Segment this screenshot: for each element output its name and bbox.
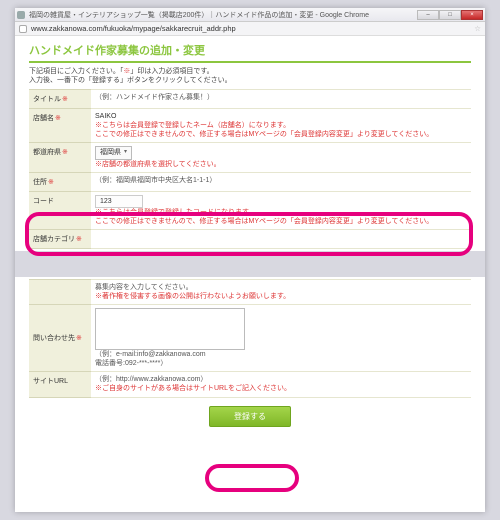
page-icon xyxy=(19,25,27,33)
bookmark-star-icon[interactable]: ☆ xyxy=(474,24,481,33)
value-shop: SAIKO xyxy=(95,112,467,121)
label-title: タイトル※ xyxy=(29,90,91,109)
note-url: ※ご自身のサイトがある場合はサイトURLをご記入ください。 xyxy=(95,384,467,393)
submit-row: 登録する xyxy=(29,398,471,431)
label-addr: 住所※ xyxy=(29,172,91,191)
note-code-1: ※こちらは会員登録で登録したコードになります。 xyxy=(95,208,467,217)
note-code-2: ここでの修正はできませんので、修正する場合はMYページの「会員登録内容変更」より… xyxy=(95,217,467,226)
note-desc: ※著作権を侵害する画像の公開は行わないようお願いします。 xyxy=(95,292,467,301)
cell-category[interactable] xyxy=(91,229,471,248)
hint-addr: （例：福岡県福岡市中央区大名1-1-1） xyxy=(95,177,216,184)
note-shop-1: ※こちらは会員登録で登録したネーム（店舗名）になります。 xyxy=(95,121,467,130)
label-category: 店舗カテゴリ※ xyxy=(29,229,91,248)
page-break xyxy=(15,251,485,277)
window-titlebar: 福岡の雑貨屋・インテリアショップ一覧（掲載店200件）｜ハンドメイド作品の追加・… xyxy=(15,8,485,22)
cell-code: 123 ※こちらは会員登録で登録したコードになります。 ここでの修正はできません… xyxy=(91,191,471,229)
cell-url[interactable]: （例：http://www.zakkanowa.com） ※ご自身のサイトがある… xyxy=(91,372,471,397)
cell-desc: 募集内容を入力してください。 ※著作権を侵害する画像の公開は行わないようお願いし… xyxy=(91,279,471,304)
label-contact: 問い合わせ先※ xyxy=(29,305,91,372)
select-pref[interactable]: 福岡県 ▾ xyxy=(95,146,132,159)
cell-pref: 福岡県 ▾ ※店舗の都道府県を選択してください。 xyxy=(91,143,471,172)
minimize-button[interactable]: – xyxy=(417,10,439,20)
address-bar[interactable]: www.zakkanowa.com/fukuoka/mypage/sakkare… xyxy=(15,22,485,36)
submit-button[interactable]: 登録する xyxy=(209,406,291,427)
hint-title: （例：ハンドメイド作家さん募集！） xyxy=(95,94,214,101)
address-url[interactable]: www.zakkanowa.com/fukuoka/mypage/sakkare… xyxy=(31,24,470,33)
chevron-down-icon: ▾ xyxy=(124,149,127,157)
page-title: ハンドメイド作家募集の追加・変更 xyxy=(29,42,471,63)
note-pref: ※店舗の都道府県を選択してください。 xyxy=(95,160,467,169)
cell-contact: （例：e-mail:info@zakkanowa.com 電話番号:092-**… xyxy=(91,305,471,372)
note-shop-2: ここでの修正はできませんので、修正する場合はMYページの「会員登録内容変更」より… xyxy=(95,130,467,139)
label-url: サイトURL xyxy=(29,372,91,397)
value-code: 123 xyxy=(95,195,143,208)
label-code: コード xyxy=(29,191,91,229)
label-pref: 都道府県※ xyxy=(29,143,91,172)
hint-contact-1: （例：e-mail:info@zakkanowa.com xyxy=(95,350,467,359)
label-desc xyxy=(29,279,91,304)
cell-shop: SAIKO ※こちらは会員登録で登録したネーム（店舗名）になります。 ここでの修… xyxy=(91,109,471,143)
label-shop: 店舗名※ xyxy=(29,109,91,143)
form-upper: タイトル※ （例：ハンドメイド作家さん募集！） 店舗名※ SAIKO ※こちらは… xyxy=(29,89,471,249)
textarea-contact[interactable] xyxy=(95,308,245,350)
form-lower: 募集内容を入力してください。 ※著作権を侵害する画像の公開は行わないようお願いし… xyxy=(29,279,471,398)
close-button[interactable]: × xyxy=(461,10,483,20)
hint-desc: 募集内容を入力してください。 xyxy=(95,283,467,292)
maximize-button[interactable]: □ xyxy=(439,10,461,20)
hint-contact-2: 電話番号:092-***-****） xyxy=(95,359,467,368)
cell-title[interactable]: （例：ハンドメイド作家さん募集！） xyxy=(91,90,471,109)
instructions: 下記項目にご入力ください。「※」印は入力必須項目です。 入力後、一番下の「登録す… xyxy=(29,67,471,85)
cell-addr[interactable]: （例：福岡県福岡市中央区大名1-1-1） xyxy=(91,172,471,191)
hint-url: （例：http://www.zakkanowa.com） xyxy=(95,375,467,384)
favicon xyxy=(17,11,25,19)
select-pref-value: 福岡県 xyxy=(100,148,121,157)
window-title: 福岡の雑貨屋・インテリアショップ一覧（掲載店200件）｜ハンドメイド作品の追加・… xyxy=(29,10,417,20)
